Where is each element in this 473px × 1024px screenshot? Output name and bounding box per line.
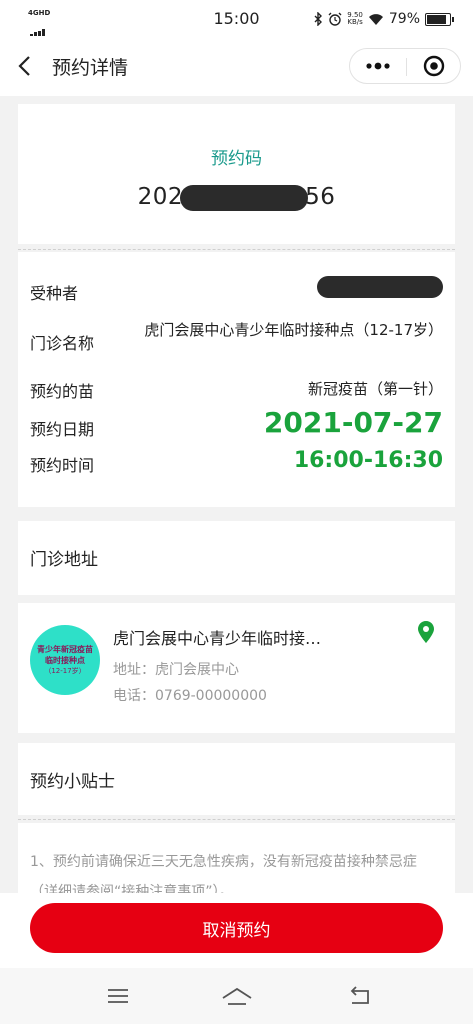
- time-label: 预约时间: [30, 456, 95, 475]
- wifi-icon: [368, 13, 383, 25]
- status-bar: 4GHD 15:00 9.50 KB/s 79%: [0, 0, 473, 37]
- menu-icon[interactable]: [106, 986, 130, 1006]
- nav-bar: 预约详情: [0, 36, 473, 96]
- chevron-left-icon: [18, 56, 30, 76]
- location-pin-icon[interactable]: [417, 621, 435, 643]
- clinic-name: 虎门会展中心青少年临时接…: [113, 629, 322, 648]
- recipient-row: 受种者: [30, 276, 443, 304]
- appointment-details-card: 受种者 门诊名称 虎门会展中心青少年临时接种点（12-17岁） 预约的苗 新冠疫…: [18, 252, 455, 507]
- dashed-divider: [18, 249, 455, 250]
- clinic-value: 虎门会展中心青少年临时接种点（12-17岁）: [144, 321, 443, 339]
- tips-section-header: 预约小贴士: [18, 743, 455, 815]
- redaction-mask: [180, 184, 309, 211]
- back-button[interactable]: [10, 50, 42, 82]
- bluetooth-icon: [314, 12, 323, 26]
- address-section-header: 门诊地址: [18, 521, 455, 595]
- vaccine-value: 新冠疫苗（第一针）: [307, 380, 443, 398]
- clinic-phone[interactable]: 电话：0769-00000000: [113, 685, 267, 705]
- target-circle-icon: [423, 55, 445, 77]
- battery-icon: [425, 12, 454, 26]
- clinic-logo: 青少年新冠疫苗 临时接种点 （12-17岁）: [30, 625, 100, 695]
- vaccine-label: 预约的苗: [30, 382, 95, 401]
- tips-body: 1、预约前请确保近三天无急性疾病，没有新冠疫苗接种禁忌症（详细请参阅“接种注意事…: [18, 823, 455, 900]
- appointment-code-label: 预约码: [211, 149, 262, 169]
- time-row: 预约时间 16:00-16:30: [30, 448, 443, 482]
- appointment-code-value: 202 56: [137, 184, 336, 211]
- clinic-address: 地址：虎门会展中心: [113, 662, 239, 678]
- recipient-value-redacted: [317, 276, 443, 302]
- dashed-divider: [18, 819, 455, 820]
- appointment-code-card: 预约码 202 56: [18, 104, 455, 244]
- date-label: 预约日期: [30, 420, 95, 439]
- page-title: 预约详情: [52, 57, 129, 79]
- recipient-label: 受种者: [30, 284, 79, 303]
- close-mini-program-button[interactable]: [407, 49, 461, 83]
- time-value: 16:00-16:30: [293, 448, 443, 473]
- net-speed: 9.50 KB/s: [347, 11, 363, 26]
- bottom-action-bar: 取消预约: [0, 893, 473, 968]
- clinic-row: 门诊名称 虎门会展中心青少年临时接种点（12-17岁）: [30, 318, 443, 366]
- system-navigation-bar: [0, 968, 473, 1024]
- cancel-appointment-button[interactable]: 取消预约: [30, 903, 443, 953]
- vaccine-row: 预约的苗 新冠疫苗（第一针）: [30, 378, 443, 402]
- date-value: 2021-07-27: [263, 406, 443, 439]
- alarm-icon: [328, 12, 342, 26]
- battery-percent: 79%: [388, 11, 420, 27]
- mini-program-capsule: [349, 48, 461, 84]
- tips-section-title: 预约小贴士: [30, 772, 115, 792]
- date-row: 预约日期 2021-07-27: [30, 406, 443, 448]
- clinic-label: 门诊名称: [30, 334, 95, 353]
- more-dots-icon: [366, 62, 390, 70]
- more-button[interactable]: [350, 49, 406, 83]
- back-icon[interactable]: [346, 986, 374, 1008]
- address-section-title: 门诊地址: [30, 550, 98, 570]
- clinic-card[interactable]: 青少年新冠疫苗 临时接种点 （12-17岁） 虎门会展中心青少年临时接… 地址：…: [18, 603, 455, 733]
- home-icon[interactable]: [220, 986, 254, 1008]
